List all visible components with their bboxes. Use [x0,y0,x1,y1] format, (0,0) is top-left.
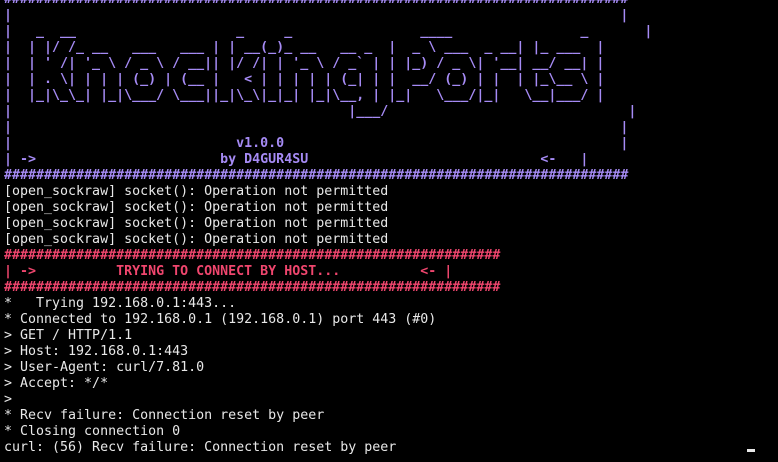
ascii-logo: | | | _ __ _ _ ____ _ | | | |/ /_ __ ___… [4,8,774,136]
host-banner-text: | -> TRYING TO CONNECT BY HOST... <- | [4,264,453,279]
curl-output-line: * Trying 192.168.0.1:443... [4,296,237,311]
ascii-line: | | ' /| '_ \ / _ \ / __|| |/ /| | '_ \ … [4,56,605,71]
curl-output-line: * Closing connection 0 [4,424,181,439]
host-banner-rule-bottom: ########################################… [4,280,501,295]
host-banner-rule-top: ########################################… [4,248,501,263]
ascii-line: | | [4,8,629,23]
curl-output-line: > [4,392,13,407]
curl-output-line: * Recv failure: Connection reset by peer [4,408,325,423]
curl-output-line: * Connected to 192.168.0.1 (192.168.0.1)… [4,312,437,327]
ascii-line: | | . \| | | | (_) | (__ | < | | | | | (… [4,72,605,87]
banner-top-rule: ########################################… [4,0,774,8]
ascii-line: | | |/ /_ __ ___ ___ | | __(_)_ __ __ _ … [4,40,605,55]
error-line: [open_sockraw] socket(): Operation not p… [4,232,389,247]
author-line: | -> by D4GUR4SU <- | [4,152,589,167]
version-label: | v1.0.0 | [4,136,629,151]
curl-output-line: > GET / HTTP/1.1 [4,328,133,343]
terminal-window[interactable]: ########################################… [4,0,774,462]
curl-output-line: curl: (56) Recv failure: Connection rese… [4,440,397,455]
curl-output-line: > Host: 192.168.0.1:443 [4,344,189,359]
error-line: [open_sockraw] socket(): Operation not p… [4,216,389,231]
ascii-line: | |___/ | [4,104,637,119]
ascii-line: | | [4,120,629,135]
ascii-line: | _ __ _ _ ____ _ | [4,24,653,39]
curl-output-line: > Accept: */* [4,376,109,391]
error-line: [open_sockraw] socket(): Operation not p… [4,200,389,215]
curl-output-line: > User-Agent: curl/7.81.0 [4,360,205,375]
error-line: [open_sockraw] socket(): Operation not p… [4,184,389,199]
banner-bottom-rule: ########################################… [4,168,629,183]
ascii-line: | |_|\_\_| |_|\___/ \___||_|\_\|_|_| |_|… [4,88,605,103]
